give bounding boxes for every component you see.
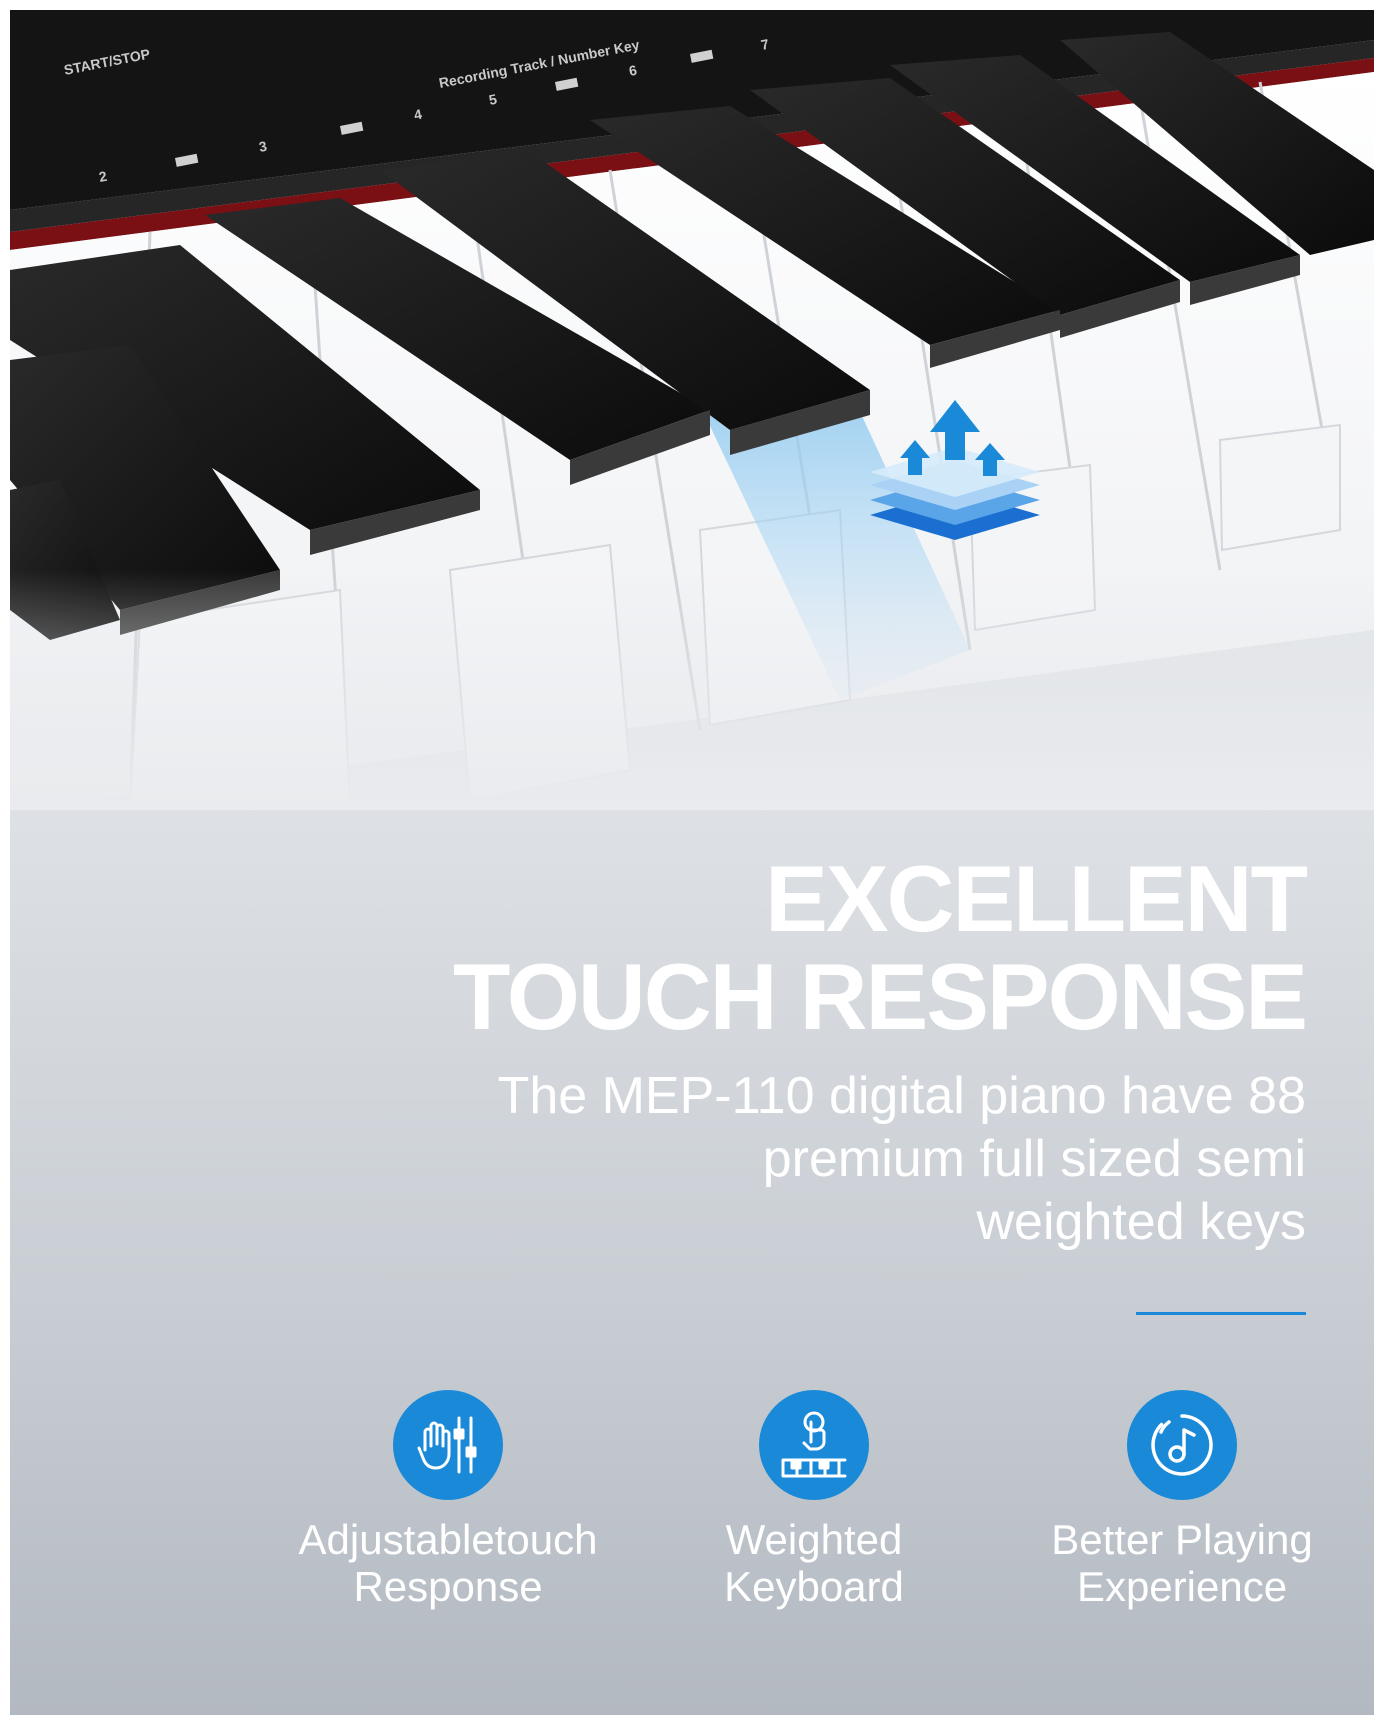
feature-label-line-2: Keyboard <box>724 1563 904 1610</box>
feature-label-line-1: Adjustabletouch <box>298 1516 598 1563</box>
headline-line-1: EXCELLENT <box>765 846 1308 951</box>
keyboard-photo: START/STOP Recording Track / Number Key … <box>10 10 1374 810</box>
headline: EXCELLENT TOUCH RESPONSE <box>306 846 1308 1049</box>
finger-press-keys-icon <box>759 1390 869 1500</box>
feature-better-playing: Better Playing Experience <box>1002 1390 1362 1610</box>
feature-label: Adjustabletouch Response <box>268 1516 628 1610</box>
feature-weighted-keyboard: Weighted Keyboard <box>634 1390 994 1610</box>
headline-line-2: TOUCH RESPONSE <box>453 944 1308 1049</box>
feature-label: Weighted Keyboard <box>634 1516 994 1610</box>
feature-label-line-2: Experience <box>1076 1563 1288 1610</box>
description: The MEP-110 digital piano have 88 premiu… <box>406 1065 1306 1254</box>
feature-label-line-1: Weighted <box>725 1516 903 1563</box>
hand-sliders-icon <box>393 1390 503 1500</box>
accent-divider <box>1136 1312 1306 1315</box>
feature-label: Better Playing Experience <box>1002 1516 1362 1610</box>
product-banner: START/STOP Recording Track / Number Key … <box>10 10 1374 1715</box>
feature-label-line-2: Response <box>353 1563 543 1610</box>
description-line-1: The MEP-110 digital piano have 88 <box>497 1067 1306 1125</box>
music-note-icon <box>1127 1390 1237 1500</box>
feature-label-line-1: Better Playing <box>1051 1516 1313 1563</box>
description-line-2: premium full sized semi <box>762 1130 1306 1188</box>
description-line-3: weighted keys <box>976 1193 1306 1251</box>
feature-adjustable-touch: Adjustabletouch Response <box>268 1390 628 1610</box>
